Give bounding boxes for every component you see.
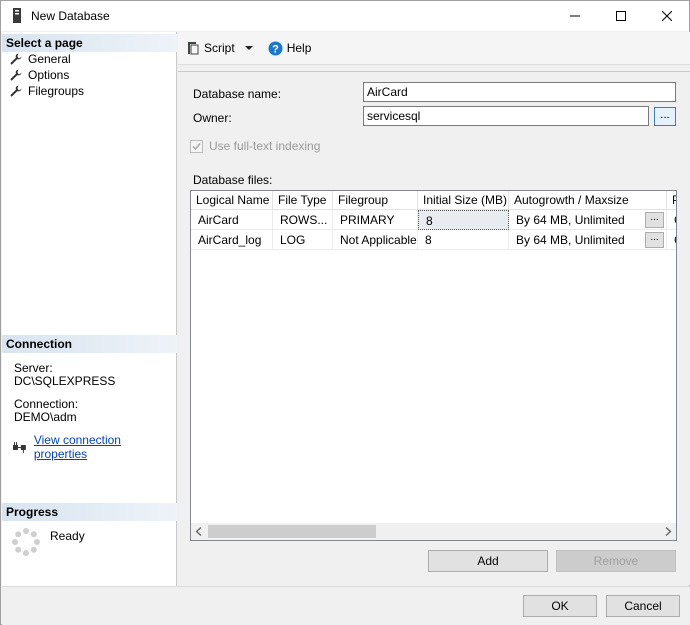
row2-logical-name[interactable]: AirCard_log	[191, 230, 273, 250]
minimize-icon	[570, 15, 580, 17]
view-connection-properties[interactable]: View connection properties	[12, 433, 176, 461]
row1-logical-name[interactable]: AirCard	[191, 210, 273, 230]
horizontal-scrollbar[interactable]	[191, 523, 676, 540]
database-app-icon	[13, 8, 21, 23]
ok-button[interactable]: OK	[523, 595, 597, 617]
row1-path[interactable]: C	[667, 210, 676, 230]
remove-button[interactable]: Remove	[556, 550, 676, 572]
view-connection-properties-link[interactable]: View connection properties	[34, 433, 176, 461]
checkmark-icon	[192, 142, 201, 150]
progress-status: Ready	[50, 529, 85, 543]
row2-file-type[interactable]: LOG	[273, 230, 333, 250]
row1-autogrowth-button[interactable]: ...	[645, 212, 664, 228]
checkbox-box[interactable]	[190, 139, 203, 153]
database-files-grid: Logical Name File Type Filegroup Initial…	[190, 190, 677, 541]
row1-autogrowth[interactable]: By 64 MB, Unlimited	[509, 210, 667, 230]
progress-spinner-icon	[12, 528, 40, 556]
progress-header: Progress	[2, 503, 177, 521]
title-bar: New Database	[1, 1, 689, 31]
wrench-icon	[10, 85, 22, 97]
scroll-left-icon[interactable]	[195, 527, 203, 536]
owner-label: Owner:	[193, 111, 232, 125]
select-page-header: Select a page	[2, 34, 177, 52]
wrench-icon	[10, 69, 22, 81]
cancel-button[interactable]: Cancel	[606, 595, 680, 617]
window-title: New Database	[31, 9, 110, 23]
database-name-label: Database name:	[193, 87, 282, 101]
connection-plug-icon	[12, 442, 26, 453]
row2-autogrowth-button[interactable]: ...	[645, 232, 664, 248]
owner-browse-button[interactable]: ...	[654, 107, 676, 126]
column-header-file-type[interactable]: File Type	[273, 191, 333, 210]
minimize-button[interactable]	[552, 1, 598, 31]
column-header-filegroup[interactable]: Filegroup	[333, 191, 418, 210]
help-icon: ?	[268, 41, 283, 55]
help-label: Help	[286, 41, 312, 55]
row1-file-type[interactable]: ROWS...	[273, 210, 333, 230]
maximize-icon	[616, 11, 626, 21]
script-button[interactable]: Script	[186, 41, 254, 55]
fulltext-indexing-checkbox[interactable]: Use full-text indexing	[190, 139, 320, 153]
script-label: Script	[204, 41, 235, 55]
wrench-icon	[10, 53, 22, 65]
add-button[interactable]: Add	[428, 550, 548, 572]
connection-value: DEMO\adm	[14, 410, 77, 424]
row2-path[interactable]: C	[667, 230, 676, 250]
page-options-label: Options	[28, 68, 70, 82]
page-general-label: General	[28, 52, 71, 66]
database-files-label: Database files:	[193, 173, 273, 187]
column-header-initial-size[interactable]: Initial Size (MB)	[418, 191, 509, 210]
server-value: DC\SQLEXPRESS	[14, 374, 116, 388]
server-label: Server:	[14, 361, 53, 375]
page-general[interactable]: General	[10, 51, 71, 67]
close-button[interactable]	[644, 1, 690, 31]
row2-initial-size[interactable]: 8	[418, 230, 509, 250]
script-icon	[188, 42, 199, 55]
fulltext-indexing-label: Use full-text indexing	[209, 139, 321, 153]
toolbar: Script ? Help	[178, 32, 690, 65]
column-header-autogrowth[interactable]: Autogrowth / Maxsize	[509, 191, 667, 210]
page-filegroups-label: Filegroups	[28, 84, 85, 98]
left-pane: Select a page General Options Filegroups…	[2, 32, 177, 614]
connection-label: Connection:	[14, 397, 79, 411]
page-options[interactable]: Options	[10, 67, 69, 83]
dialog-button-bar: OK Cancel	[2, 586, 690, 625]
help-button[interactable]: ? Help	[268, 41, 312, 56]
row1-filegroup[interactable]: PRIMARY	[333, 210, 418, 230]
scrollbar-thumb[interactable]	[208, 525, 376, 538]
row1-initial-size[interactable]: 8	[418, 210, 509, 230]
column-header-logical-name[interactable]: Logical Name	[191, 191, 273, 210]
maximize-button[interactable]	[598, 1, 644, 31]
connection-header: Connection	[2, 335, 177, 353]
close-icon	[662, 11, 672, 21]
owner-input[interactable]	[363, 106, 649, 126]
right-pane: Script ? Help Database name: Owner: ...	[178, 32, 690, 585]
svg-text:?: ?	[272, 43, 279, 55]
row2-autogrowth[interactable]: By 64 MB, Unlimited	[509, 230, 667, 250]
general-page-content: Database name: Owner: ... Use full-text …	[178, 71, 690, 585]
scroll-right-icon[interactable]	[664, 527, 672, 536]
database-name-input[interactable]	[363, 82, 676, 102]
dropdown-arrow-icon[interactable]	[244, 44, 254, 52]
new-database-window: New Database Select a page General Optio…	[0, 0, 690, 625]
page-filegroups[interactable]: Filegroups	[10, 83, 84, 99]
row2-filegroup[interactable]: Not Applicable	[333, 230, 418, 250]
column-header-path[interactable]: P	[667, 191, 676, 210]
